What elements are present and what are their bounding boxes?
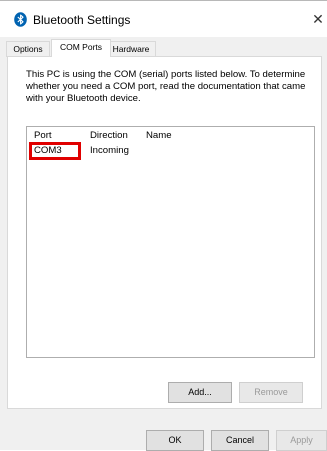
window-title: Bluetooth Settings [33,13,131,27]
ok-button[interactable]: OK [146,430,204,451]
cancel-button[interactable]: Cancel [211,430,269,451]
title-bar: Bluetooth Settings ✕ [0,1,327,37]
description-text: This PC is using the COM (serial) ports … [26,69,306,104]
apply-button[interactable]: Apply [276,430,327,451]
direction-cell: Incoming [90,145,129,156]
com-ports-list[interactable]: Port Direction Name COM3 Incoming [26,126,315,358]
column-header-name[interactable]: Name [146,130,172,142]
column-header-direction[interactable]: Direction [90,130,128,142]
tab-hardware[interactable]: Hardware [106,41,156,57]
tab-options[interactable]: Options [6,41,50,57]
highlight-box [29,142,81,160]
remove-button[interactable]: Remove [239,382,303,403]
bluetooth-icon [14,12,27,27]
com-ports-panel: This PC is using the COM (serial) ports … [7,56,322,409]
close-icon: ✕ [312,11,324,27]
close-button[interactable]: ✕ [309,9,327,29]
column-header-port[interactable]: Port [34,130,52,142]
dialog-client-area: Options COM Ports Hardware This PC is us… [0,37,327,451]
add-button[interactable]: Add... [168,382,232,403]
tab-com-ports[interactable]: COM Ports [51,39,111,57]
